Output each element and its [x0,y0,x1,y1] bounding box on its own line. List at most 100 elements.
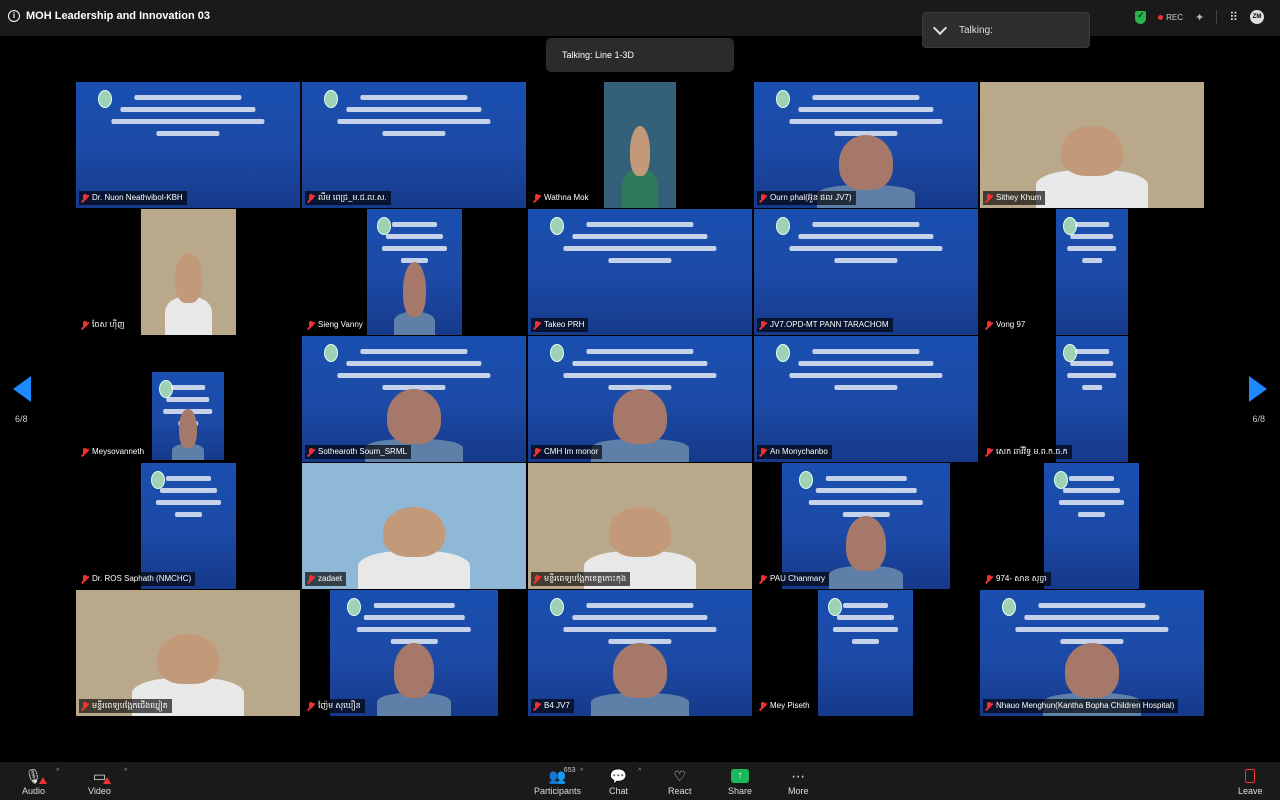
avatar[interactable]: ZM [1250,10,1264,24]
video-tile[interactable] [1044,463,1139,589]
participant-name: មន្ទីរពេទ្យបង្អែកខេត្តកោះកុង [544,574,627,583]
more-button[interactable]: ⋯ More [788,767,809,797]
leave-button[interactable]: Leave [1238,768,1263,796]
video-button[interactable]: ▭ Video [88,768,112,796]
video-tile[interactable] [302,336,526,462]
video-tile[interactable] [754,336,978,462]
video-tile[interactable] [330,590,498,716]
video-tile[interactable] [604,82,676,208]
participant-name: Sithey Khum [996,193,1042,202]
shared-slide-text [828,596,904,651]
video-tile[interactable] [141,209,236,335]
previous-page-arrow-icon[interactable] [13,376,31,402]
react-button[interactable]: ♡ React [668,767,692,797]
record-dot-icon [1158,14,1164,20]
video-tile[interactable] [754,209,978,335]
video-tile[interactable] [754,82,978,208]
video-tile[interactable] [302,463,526,589]
video-tile[interactable] [528,463,752,589]
video-tile[interactable] [76,82,300,208]
shared-slide-text [776,215,955,270]
video-tile[interactable] [980,590,1204,716]
talking-indicator: Talking: Line 1-3D [546,38,734,72]
participant-name: Dr. ROS Saphath (NMCHC) [92,574,192,583]
view-grid-icon[interactable]: ⠿ [1229,10,1238,24]
react-label: React [668,786,692,796]
share-button[interactable]: ↑ Share [728,768,752,796]
divider [1216,10,1218,24]
meeting-title: MOH Leadership and Innovation 03 [26,10,210,22]
video-tile[interactable] [528,336,752,462]
chevron-down-icon[interactable] [932,20,948,35]
video-tile[interactable] [1056,336,1128,462]
heart-icon: ♡ [673,767,687,784]
participant-name: Vong 97 [996,320,1026,329]
participant-face [1065,642,1119,699]
participant-name-label: zadaet [305,572,347,586]
video-tile[interactable] [782,463,950,589]
participant-name-label: Sothearoth Soum_SRML [305,445,411,459]
mic-muted-icon [81,193,89,203]
mic-muted-icon [533,320,541,330]
audio-button[interactable]: 🎙 Audio [22,768,48,796]
video-tile[interactable] [1056,209,1128,335]
video-tile[interactable] [367,209,462,335]
video-tile[interactable] [528,209,752,335]
meeting-info-button[interactable]: i MOH Leadership and Innovation 03 [8,10,210,22]
security-shield-icon[interactable] [1135,10,1147,24]
mic-muted-icon [81,447,89,457]
participant-face [179,408,197,448]
top-right-controls: REC ✦ ⠿ ZM [1135,10,1264,24]
participant-name-label: ញ៉ែម សុឃឿន [305,699,365,713]
chat-options-caret-icon[interactable]: ^ [638,768,641,775]
video-tile[interactable] [818,590,913,716]
video-options-caret-icon[interactable]: ^ [124,768,127,775]
mic-muted-icon [985,320,993,330]
shared-slide-text [550,215,729,270]
recording-indicator[interactable]: REC [1158,13,1183,22]
participants-count: 653 [563,767,576,774]
more-icon: ⋯ [791,767,806,784]
participant-name-label: Sieng Vanny [305,318,367,332]
mic-muted-icon [307,320,315,330]
mic-muted-icon [533,574,541,584]
participants-options-caret-icon[interactable]: ^ [580,768,583,775]
more-label: More [788,786,809,796]
share-arrow-icon: ↑ [731,769,750,783]
participant-name: Sieng Vanny [318,320,363,329]
talking-panel[interactable]: Talking: [922,12,1090,48]
video-tile[interactable] [528,590,752,716]
participant-name-label: Dr. Nuon Neathvibol-KBH [79,191,187,205]
mic-muted-icon [81,320,89,330]
next-page-arrow-icon[interactable] [1249,376,1267,402]
page-indicator-right: 6/8 [1252,414,1265,424]
participant-name: Wathna Mok [544,193,589,202]
participants-button[interactable]: 👥 653 Participants [534,767,581,796]
leave-label: Leave [1238,786,1263,796]
info-icon: i [8,10,20,22]
participant-name: Takeo PRH [544,320,585,329]
participant-name: PAU Chanmary [770,574,825,583]
video-tile[interactable] [980,82,1204,208]
participant-name-label: Wathna Mok [531,191,593,205]
participant-name: zadaet [318,574,343,583]
video-tile[interactable] [141,463,236,589]
participant-name-label: មន្ទីរពេទ្យបង្អែកខេត្តកោះកុង [531,572,631,586]
chat-button[interactable]: 💬 Chat [609,768,628,797]
participant-face [613,388,667,445]
video-tile[interactable] [152,372,224,460]
participant-name: An Monychanbo [770,447,828,456]
participant-name: លឹម ពេជ្រ_ម.ជ.ល.ស. [318,193,387,202]
participant-face [613,642,667,699]
video-tile[interactable] [302,82,526,208]
audio-options-caret-icon[interactable]: ^ [56,768,59,775]
mic-muted-icon [759,701,767,711]
participant-name-label: លឹម ពេជ្រ_ម.ជ.ល.ស. [305,191,391,205]
participant-face [1060,126,1124,177]
ai-companion-icon[interactable]: ✦ [1195,11,1204,24]
participant-name: ញ៉ែម សុឃឿន [318,701,361,710]
participant-face [629,126,651,177]
participant-name-label: សេក ឆាវីវិទ្ធ ម.ព.ក.ច.ក [983,445,1072,459]
video-tile[interactable] [76,590,300,716]
participant-name-label: Ourn phal(អ៊ួន ផល JV7) [757,191,856,205]
